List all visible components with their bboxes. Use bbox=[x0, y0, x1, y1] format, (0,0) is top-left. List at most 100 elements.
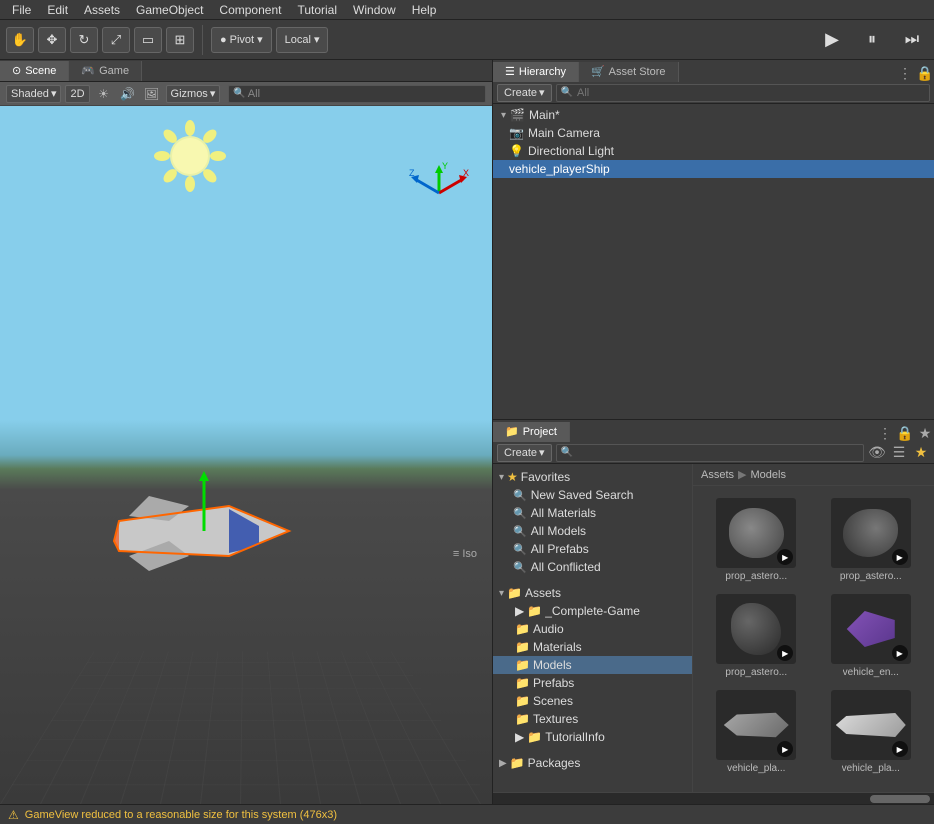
scene-viewport[interactable]: Y X Z ≡ Iso bbox=[0, 106, 492, 804]
asset-item-vehicle-pla2[interactable]: ▶ vehicle_pla... bbox=[816, 686, 927, 778]
tree-item-prefabs[interactable]: 📁 Prefabs bbox=[493, 674, 692, 692]
project-menu-btn[interactable]: ⋮ bbox=[876, 424, 894, 442]
hierarchy-panel: ☰ Hierarchy 🛒 Asset Store ⋮ 🔒 Create ▾ bbox=[493, 60, 934, 420]
rotate-tool-btn[interactable]: ↻ bbox=[70, 27, 98, 53]
tree-item-materials[interactable]: 📁 Materials bbox=[493, 638, 692, 656]
tab-project[interactable]: 📁 Project bbox=[493, 422, 570, 442]
menu-window[interactable]: Window bbox=[345, 0, 404, 20]
scenes-label: Scenes bbox=[533, 694, 573, 708]
tree-item-tutorial[interactable]: ▶ 📁 TutorialInfo bbox=[493, 728, 692, 746]
vehicle-pla2-play-btn[interactable]: ▶ bbox=[892, 741, 908, 757]
fav-item-all-materials[interactable]: 🔍 All Materials bbox=[493, 504, 692, 522]
vehicle-pla2-visual bbox=[836, 710, 906, 740]
asset-item-vehicle-en[interactable]: ▶ vehicle_en... bbox=[816, 590, 927, 682]
packages-header[interactable]: ▶ 📁 Packages bbox=[493, 754, 692, 772]
gizmos-dropdown[interactable]: Gizmos ▾ bbox=[166, 85, 221, 103]
vehicle-en-play-btn[interactable]: ▶ bbox=[892, 645, 908, 661]
menu-edit[interactable]: Edit bbox=[39, 0, 76, 20]
rect-tool-btn[interactable]: ▭ bbox=[134, 27, 162, 53]
project-tab-bar: 📁 Project ⋮ 🔒 ★ bbox=[493, 420, 934, 442]
status-warning-icon: ⚠ bbox=[8, 808, 19, 822]
hierarchy-create-btn[interactable]: Create ▾ bbox=[497, 84, 552, 102]
step-btn[interactable]: ⏭ bbox=[896, 24, 928, 56]
play-btn[interactable]: ▶ bbox=[816, 24, 848, 56]
fav-item-all-prefabs[interactable]: 🔍 All Prefabs bbox=[493, 540, 692, 558]
menu-file[interactable]: File bbox=[4, 0, 39, 20]
all-conflicted-icon: 🔍 bbox=[513, 561, 527, 574]
tab-asset-store[interactable]: 🛒 Asset Store bbox=[579, 62, 679, 82]
local-arrow: ▾ bbox=[314, 33, 320, 46]
hand-tool-btn[interactable]: ✋ bbox=[6, 27, 34, 53]
asteroid1-play-btn[interactable]: ▶ bbox=[777, 549, 793, 565]
shaded-dropdown[interactable]: Shaded ▾ bbox=[6, 85, 61, 103]
asteroid3-label: prop_astero... bbox=[725, 667, 787, 678]
menu-help[interactable]: Help bbox=[404, 0, 445, 20]
packages-folder-icon: 📁 bbox=[510, 756, 525, 770]
effects-btn[interactable]: 🖼 bbox=[142, 84, 162, 104]
materials-folder-icon: 📁 bbox=[515, 640, 530, 654]
gizmo-container[interactable]: Y X Z bbox=[407, 161, 472, 226]
scene-tab-label: Scene bbox=[25, 63, 56, 79]
scene-tab-bar: ⊙ Scene 🎮 Game bbox=[0, 60, 492, 82]
asset-item-asteroid2[interactable]: ▶ prop_astero... bbox=[816, 494, 927, 586]
project-search-input[interactable] bbox=[573, 444, 859, 462]
local-btn[interactable]: Local ▾ bbox=[276, 27, 329, 53]
favorites-header[interactable]: ▾ ★ Favorites bbox=[493, 468, 692, 486]
tree-item-complete-game[interactable]: ▶ 📁 _Complete-Game bbox=[493, 602, 692, 620]
asset-item-asteroid3[interactable]: ▶ prop_astero... bbox=[701, 590, 812, 682]
tree-item-audio[interactable]: 📁 Audio bbox=[493, 620, 692, 638]
asset-item-vehicle-pla1[interactable]: ▶ vehicle_pla... bbox=[701, 686, 812, 778]
menu-gameobject[interactable]: GameObject bbox=[128, 0, 211, 20]
move-tool-btn[interactable]: ✥ bbox=[38, 27, 66, 53]
tree-item-models[interactable]: 📁 Models bbox=[493, 656, 692, 674]
tab-scene[interactable]: ⊙ Scene bbox=[0, 61, 69, 81]
lights-btn[interactable]: ☀ bbox=[94, 84, 114, 104]
project-lock-btn[interactable]: 🔒 bbox=[896, 424, 914, 442]
tab-hierarchy[interactable]: ☰ Hierarchy bbox=[493, 62, 579, 82]
hierarchy-lock-btn[interactable]: 🔒 bbox=[916, 64, 934, 82]
all-prefabs-label: All Prefabs bbox=[531, 542, 589, 556]
menu-component[interactable]: Component bbox=[211, 0, 289, 20]
fav-item-all-conflicted[interactable]: 🔍 All Conflicted bbox=[493, 558, 692, 576]
hierarchy-item-ship[interactable]: vehicle_playerShip bbox=[493, 160, 934, 178]
asset-item-asteroid1[interactable]: ▶ prop_astero... bbox=[701, 494, 812, 586]
scale-tool-btn[interactable]: ⤢ bbox=[102, 27, 130, 53]
project-list-btn[interactable]: ☰ bbox=[890, 444, 908, 462]
project-star-btn[interactable]: ★ bbox=[916, 424, 934, 442]
hierarchy-item-light[interactable]: 💡 Directional Light bbox=[493, 142, 934, 160]
project-fav-btn[interactable]: ★ bbox=[912, 444, 930, 462]
hierarchy-tab-bar: ☰ Hierarchy 🛒 Asset Store ⋮ 🔒 bbox=[493, 60, 934, 82]
asset-thumb-asteroid1: ▶ bbox=[716, 498, 796, 568]
transform-tool-btn[interactable]: ⊞ bbox=[166, 27, 194, 53]
tab-game[interactable]: 🎮 Game bbox=[69, 61, 142, 81]
assets-header-label: Assets bbox=[525, 586, 561, 600]
breadcrumb-models: Models bbox=[750, 469, 785, 481]
hierarchy-menu-btn[interactable]: ⋮ bbox=[896, 64, 914, 82]
asteroid3-play-btn[interactable]: ▶ bbox=[777, 645, 793, 661]
hierarchy-item-main[interactable]: ▾ 🎬 Main* bbox=[493, 106, 934, 124]
game-tab-icon: 🎮 bbox=[81, 63, 95, 79]
complete-game-fold-icon: ▶ bbox=[515, 604, 524, 618]
project-scrollbar[interactable] bbox=[493, 792, 934, 804]
project-eye-btn[interactable]: 👁 bbox=[868, 444, 886, 462]
menu-assets[interactable]: Assets bbox=[76, 0, 128, 20]
materials-label: Materials bbox=[533, 640, 582, 654]
fav-item-all-models[interactable]: 🔍 All Models bbox=[493, 522, 692, 540]
project-create-btn[interactable]: Create ▾ bbox=[497, 444, 552, 462]
twod-btn[interactable]: 2D bbox=[65, 85, 89, 103]
audio-btn[interactable]: 🔊 bbox=[118, 84, 138, 104]
menu-tutorial[interactable]: Tutorial bbox=[289, 0, 345, 20]
tree-item-scenes[interactable]: 📁 Scenes bbox=[493, 692, 692, 710]
hierarchy-search-input[interactable] bbox=[573, 84, 925, 102]
asteroid2-play-btn[interactable]: ▶ bbox=[892, 549, 908, 565]
pause-btn[interactable]: ⏸ bbox=[856, 24, 888, 56]
assets-header[interactable]: ▾ 📁 Assets bbox=[493, 584, 692, 602]
project-search-icon: 🔍 bbox=[561, 447, 573, 458]
hierarchy-item-camera[interactable]: 📷 Main Camera bbox=[493, 124, 934, 142]
tree-item-textures[interactable]: 📁 Textures bbox=[493, 710, 692, 728]
pivot-btn[interactable]: ● Pivot ▾ bbox=[211, 27, 272, 53]
vehicle-pla1-play-btn[interactable]: ▶ bbox=[777, 741, 793, 757]
scrollbar-thumb[interactable] bbox=[870, 795, 930, 803]
fav-item-saved-search[interactable]: 🔍 New Saved Search bbox=[493, 486, 692, 504]
assets-folder-icon: 📁 bbox=[507, 586, 522, 600]
